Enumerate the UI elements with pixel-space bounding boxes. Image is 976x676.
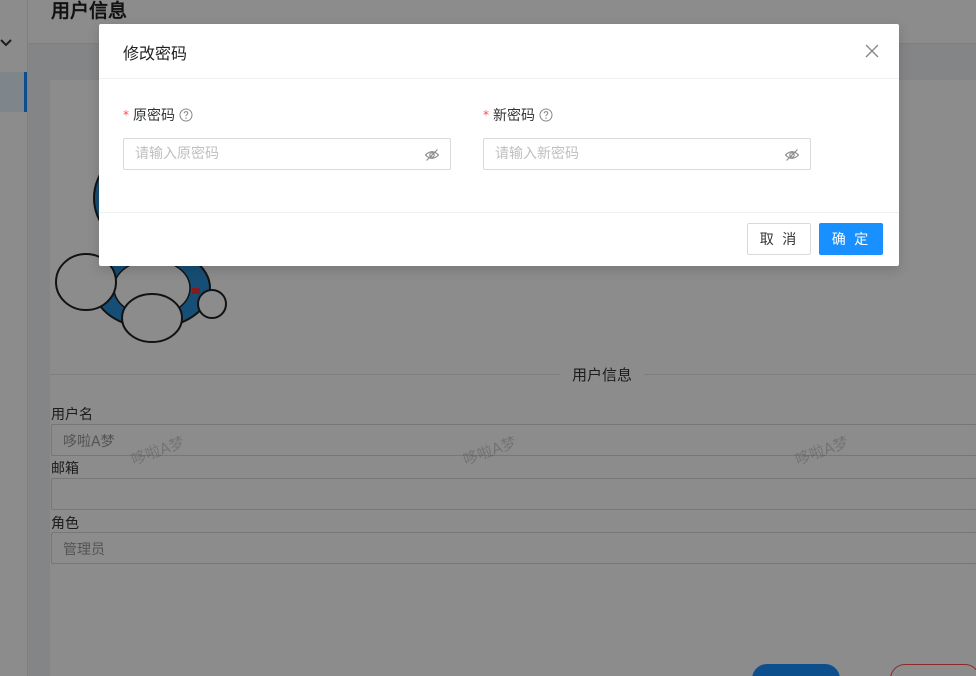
old-password-input[interactable]	[124, 139, 404, 169]
cancel-button[interactable]: 取 消	[747, 223, 811, 255]
modal-body: * 原密码 * 新密码	[99, 79, 899, 213]
required-mark: *	[483, 108, 489, 122]
eye-invisible-icon[interactable]	[424, 147, 440, 163]
ok-button[interactable]: 确 定	[819, 223, 883, 255]
old-password-label: 原密码	[133, 108, 175, 124]
old-password-label-row: * 原密码	[123, 105, 451, 125]
eye-invisible-icon[interactable]	[784, 147, 800, 163]
question-circle-icon[interactable]	[179, 108, 193, 122]
question-circle-icon[interactable]	[539, 108, 553, 122]
modal-footer: 取 消 确 定	[99, 213, 899, 265]
new-password-input[interactable]	[484, 139, 764, 169]
required-mark: *	[123, 108, 129, 122]
new-password-item: * 新密码	[483, 105, 811, 170]
modal-header: 修改密码	[99, 24, 899, 79]
change-password-modal: 修改密码 * 原密码 * 新密码 取 消 确 定	[99, 24, 899, 266]
old-password-input-wrapper	[123, 138, 451, 170]
new-password-label: 新密码	[493, 108, 535, 124]
new-password-input-wrapper	[483, 138, 811, 170]
modal-title: 修改密码	[123, 44, 188, 63]
close-icon[interactable]	[863, 42, 881, 60]
old-password-item: * 原密码	[123, 105, 451, 170]
new-password-label-row: * 新密码	[483, 105, 811, 125]
